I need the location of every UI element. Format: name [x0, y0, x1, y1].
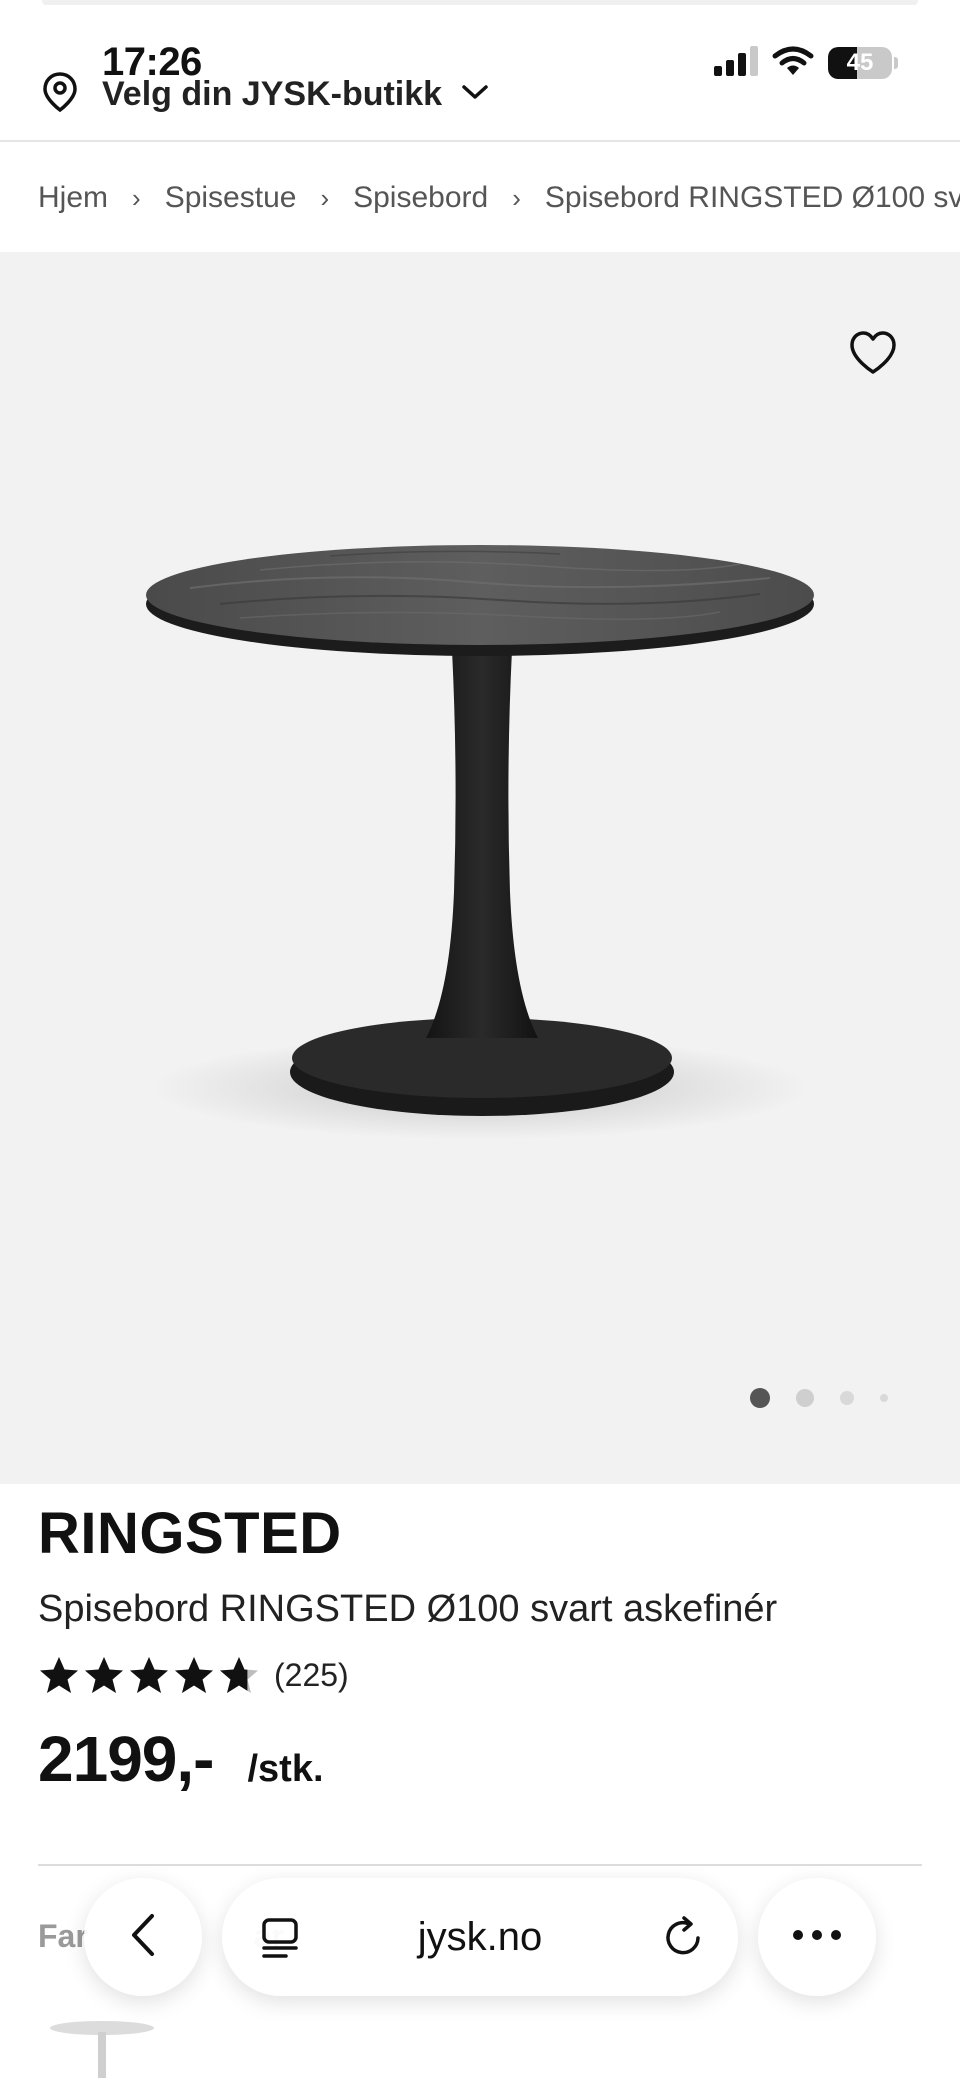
product-price: 2199,- [38, 1723, 214, 1795]
cellular-signal-icon [714, 45, 758, 81]
store-selector[interactable]: Velg din JYSK-butikk [40, 71, 490, 118]
browser-back-button[interactable] [84, 1878, 202, 1996]
store-selector-label: Velg din JYSK-butikk [102, 74, 443, 113]
breadcrumb-spisebord[interactable]: Spisebord [353, 181, 488, 215]
star-icon [130, 1657, 168, 1693]
status-icons: 45 [714, 45, 898, 81]
product-page: 17:26 45 Velg din JYSK-butikk Hjem › Spi… [0, 0, 960, 2078]
breadcrumb-chevron-icon: › [320, 182, 330, 213]
chevron-down-icon [460, 82, 490, 107]
battery-cap [894, 57, 898, 69]
favorite-heart-icon[interactable] [846, 326, 900, 380]
price-row: 2199,- /stk. [38, 1722, 324, 1796]
gallery-dot-active[interactable] [750, 1388, 770, 1408]
breadcrumb-current: Spisebord RINGSTED Ø100 svart askefinér [544, 181, 960, 214]
chevron-left-icon [126, 1912, 160, 1963]
product-image [146, 545, 814, 1140]
variant-thumbnail[interactable] [40, 2020, 180, 2078]
star-icon [220, 1657, 258, 1693]
gallery-dot[interactable] [796, 1389, 814, 1407]
wifi-icon [772, 46, 814, 81]
more-options-button[interactable] [758, 1878, 876, 1996]
star-icon [40, 1657, 78, 1693]
address-bar[interactable]: jysk.no [222, 1878, 738, 1996]
header: 17:26 45 Velg din JYSK-butikk [0, 0, 960, 142]
breadcrumb: Hjem › Spisestue › Spisebord › Spisebord… [0, 144, 960, 252]
gallery-pagination [750, 1388, 888, 1408]
more-dots-icon [791, 1928, 843, 1947]
product-name: Spisebord RINGSTED Ø100 svart askefinér [38, 1588, 778, 1630]
location-pin-icon [40, 71, 80, 118]
product-brand: RINGSTED [38, 1501, 342, 1566]
breadcrumb-chevron-icon: › [132, 182, 141, 213]
browser-toolbar: jysk.no [0, 1870, 960, 2000]
divider [38, 1864, 922, 1866]
reload-icon[interactable] [660, 1914, 706, 1965]
star-icon [175, 1657, 213, 1693]
gallery-dot[interactable] [840, 1391, 854, 1405]
breadcrumb-spisestue[interactable]: Spisestue [165, 181, 297, 215]
price-unit: /stk. [247, 1748, 324, 1790]
breadcrumb-chevron-icon: › [512, 182, 521, 213]
gallery-dot[interactable] [880, 1394, 888, 1402]
star-icon [85, 1657, 123, 1693]
rating-stars [38, 1655, 260, 1695]
product-image-gallery[interactable] [0, 252, 960, 1484]
review-count[interactable]: (225) [274, 1657, 349, 1694]
product-rating[interactable]: (225) [38, 1652, 349, 1698]
battery-percentage: 45 [846, 49, 874, 76]
battery-icon: 45 [828, 47, 892, 79]
previous-tab-edge [42, 0, 918, 5]
breadcrumb-home[interactable]: Hjem [38, 181, 108, 215]
